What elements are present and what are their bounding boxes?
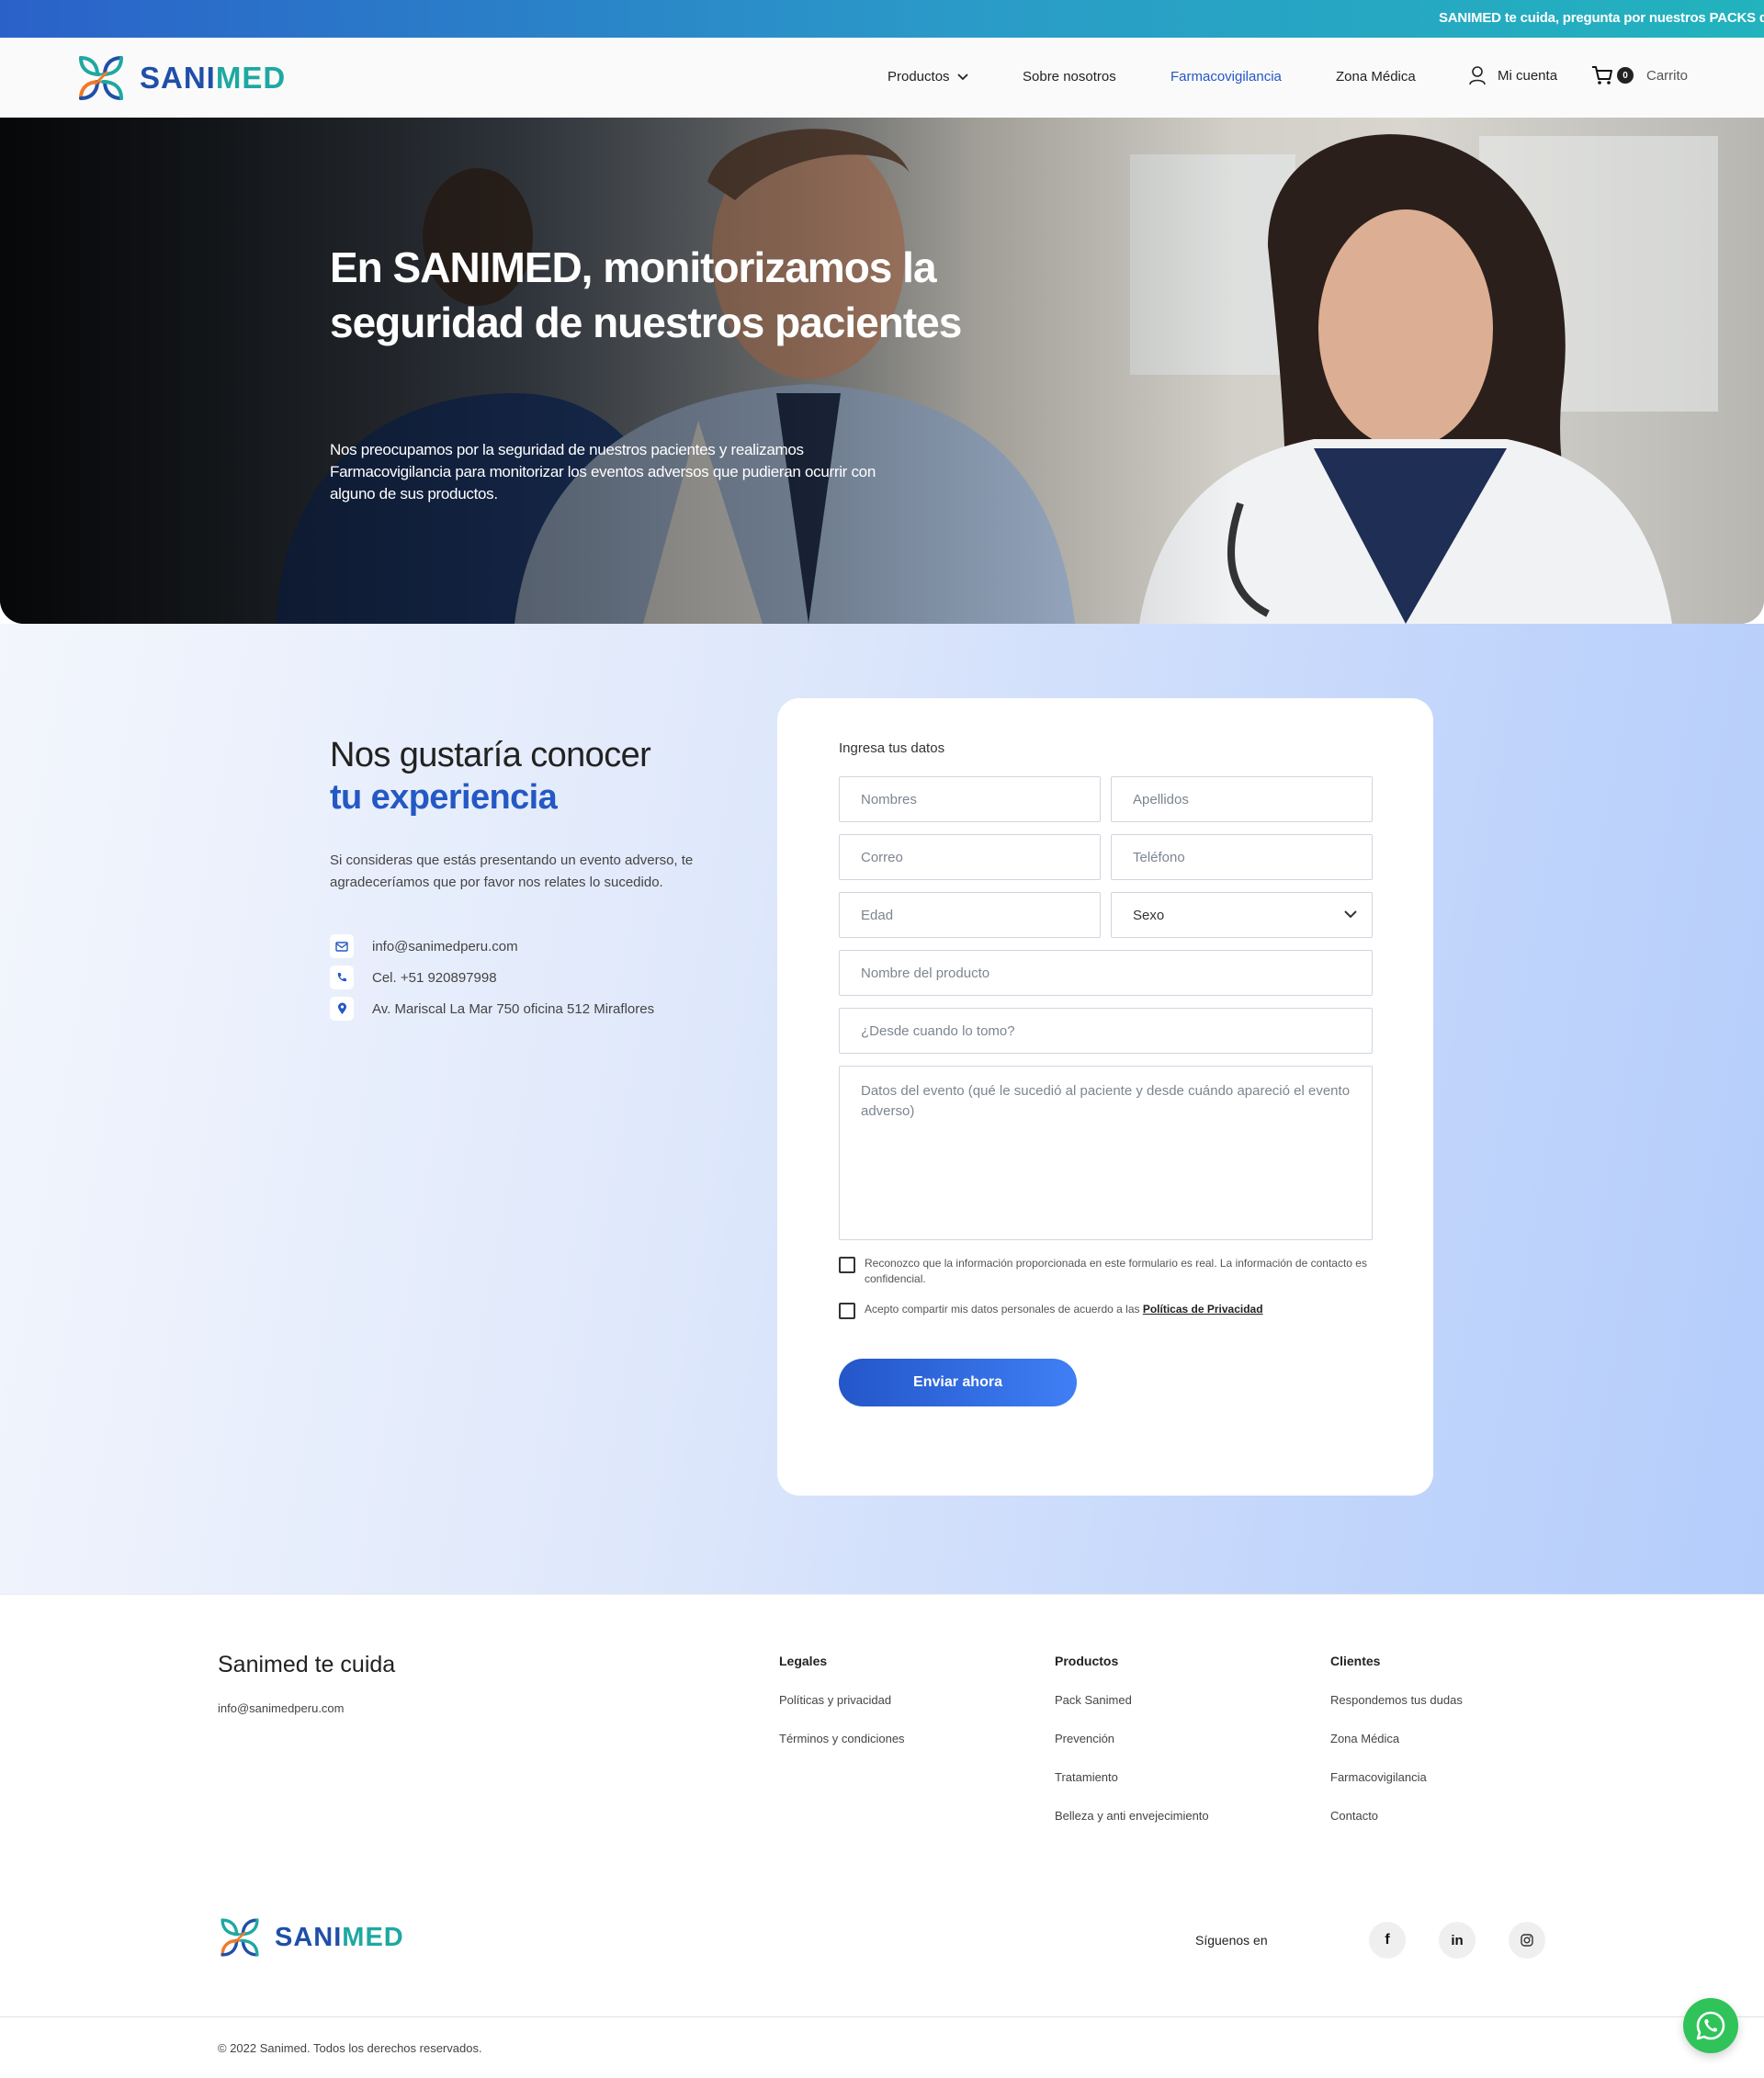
contact-phone[interactable]: Cel. +51 920897998 xyxy=(330,966,497,989)
copyright: © 2022 Sanimed. Todos los derechos reser… xyxy=(218,2041,482,2055)
cart-label: Carrito xyxy=(1646,67,1689,84)
hero-subtitle: Nos preocupamos por la seguridad de nues… xyxy=(330,441,876,503)
first-name-input[interactable] xyxy=(840,777,1100,821)
hero-title: En SANIMED, monitorizamos la seguridad d… xyxy=(330,243,962,346)
logo-wordmark: SANIMED xyxy=(140,61,287,95)
nav-productos[interactable]: Productos xyxy=(888,69,968,85)
location-icon xyxy=(330,997,354,1021)
phone-input[interactable] xyxy=(1112,835,1372,879)
cart-icon xyxy=(1592,66,1612,85)
product-name-input[interactable] xyxy=(840,951,1372,995)
user-icon xyxy=(1469,66,1486,85)
nav-farmacovigilancia[interactable]: Farmacovigilancia xyxy=(1170,69,1282,85)
event-details-textarea[interactable] xyxy=(840,1067,1372,1239)
product-name-field[interactable] xyxy=(839,950,1373,996)
footer-link-belleza[interactable]: Belleza y anti envejecimiento xyxy=(1055,1809,1209,1823)
nav-sobre-nosotros[interactable]: Sobre nosotros xyxy=(1023,69,1116,85)
footer-link-tratamiento[interactable]: Tratamiento xyxy=(1055,1770,1209,1784)
footer-link-prevencion[interactable]: Prevención xyxy=(1055,1732,1209,1745)
nav-productos-label: Productos xyxy=(888,69,950,85)
phone-icon xyxy=(330,966,354,989)
contact-address: Av. Mariscal La Mar 750 oficina 512 Mira… xyxy=(330,997,654,1021)
hero-banner: En SANIMED, monitorizamos la seguridad d… xyxy=(0,118,1764,624)
logo-icon xyxy=(220,1918,259,1957)
linkedin-icon[interactable]: in xyxy=(1439,1922,1476,1959)
experience-title-highlight: tu experiencia xyxy=(330,778,558,817)
footer-title: Sanimed te cuida xyxy=(218,1652,396,1677)
since-when-input[interactable] xyxy=(840,1009,1372,1053)
facebook-icon[interactable]: f xyxy=(1369,1922,1406,1959)
email-field[interactable] xyxy=(839,834,1101,880)
logo-icon xyxy=(79,56,123,100)
footer-col-legal: Legales Políticas y privacidad Términos … xyxy=(779,1654,905,1770)
last-name-input[interactable] xyxy=(1112,777,1372,821)
contact-email[interactable]: info@sanimedperu.com xyxy=(330,934,518,958)
footer-link-privacy[interactable]: Políticas y privacidad xyxy=(779,1693,905,1707)
whatsapp-icon xyxy=(1696,2011,1725,2040)
footer-col-clients: Clientes Respondemos tus dudas Zona Médi… xyxy=(1330,1654,1463,1847)
email-input[interactable] xyxy=(840,835,1100,879)
age-input[interactable] xyxy=(840,893,1100,937)
cart-count-badge: 0 xyxy=(1617,67,1634,84)
contact-phone-text: Cel. +51 920897998 xyxy=(372,969,497,986)
footer-link-farmacovigilancia[interactable]: Farmacovigilancia xyxy=(1330,1770,1463,1784)
footer-products-heading: Productos xyxy=(1055,1654,1119,1668)
consent-privacy-prefix: Acepto compartir mis datos personales de… xyxy=(865,1303,1143,1316)
whatsapp-button[interactable] xyxy=(1683,1998,1738,2053)
account-label: Mi cuenta xyxy=(1498,67,1558,84)
event-details-field[interactable] xyxy=(839,1066,1373,1240)
promo-bar: SANIMED te cuida, pregunta por nuestros … xyxy=(0,0,1764,38)
contact-email-text: info@sanimedperu.com xyxy=(372,938,518,954)
footer-legal-heading: Legales xyxy=(779,1654,828,1668)
follow-label: Síguenos en xyxy=(1195,1933,1268,1948)
site-footer: Sanimed te cuida info@sanimedperu.com Le… xyxy=(0,1594,1764,2078)
footer-col-products: Productos Pack Sanimed Prevención Tratam… xyxy=(1055,1654,1209,1847)
nav-zona-medica[interactable]: Zona Médica xyxy=(1336,69,1416,85)
footer-logo[interactable]: SANIMED xyxy=(218,1915,404,1959)
adverse-event-form: Ingresa tus datos Sexo xyxy=(777,698,1433,1496)
footer-link-zona-medica[interactable]: Zona Médica xyxy=(1330,1732,1463,1745)
footer-clients-heading: Clientes xyxy=(1330,1654,1381,1668)
promo-text: SANIMED te cuida, pregunta por nuestros … xyxy=(1439,10,1764,26)
consent-truth-row[interactable]: Reconozco que la información proporciona… xyxy=(839,1256,1373,1287)
since-when-field[interactable] xyxy=(839,1008,1373,1054)
chevron-down-icon xyxy=(1344,910,1357,919)
age-field[interactable] xyxy=(839,892,1101,938)
consent-privacy-row[interactable]: Acepto compartir mis datos personales de… xyxy=(839,1302,1373,1319)
experience-section: Nos gustaría conocer tu experiencia Si c… xyxy=(0,624,1764,1594)
contact-address-text: Av. Mariscal La Mar 750 oficina 512 Mira… xyxy=(372,1000,655,1017)
sex-select-value: Sexo xyxy=(1133,908,1165,923)
submit-button[interactable]: Enviar ahora xyxy=(839,1359,1077,1406)
last-name-field[interactable] xyxy=(1111,776,1373,822)
footer-email[interactable]: info@sanimedperu.com xyxy=(218,1701,344,1715)
hero-photo xyxy=(0,118,1764,624)
footer-link-dudas[interactable]: Respondemos tus dudas xyxy=(1330,1693,1463,1707)
consent-privacy-text: Acepto compartir mis datos personales de… xyxy=(865,1302,1263,1319)
site-header: SANIMED Productos Sobre nosotros Farmaco… xyxy=(0,38,1764,118)
footer-divider xyxy=(0,2016,1764,2017)
instagram-icon[interactable] xyxy=(1509,1922,1545,1959)
account-link[interactable]: Mi cuenta xyxy=(1468,65,1557,85)
experience-description: Si consideras que estás presentando un e… xyxy=(330,853,694,890)
phone-field[interactable] xyxy=(1111,834,1373,880)
consent-truth-checkbox[interactable] xyxy=(839,1257,855,1273)
privacy-policy-link[interactable]: Políticas de Privacidad xyxy=(1143,1303,1263,1316)
footer-link-terms[interactable]: Términos y condiciones xyxy=(779,1732,905,1745)
sex-select[interactable]: Sexo xyxy=(1111,892,1373,938)
chevron-down-icon xyxy=(957,73,968,81)
consent-privacy-checkbox[interactable] xyxy=(839,1303,855,1319)
footer-logo-wordmark: SANIMED xyxy=(275,1922,404,1952)
first-name-field[interactable] xyxy=(839,776,1101,822)
experience-title-line1: Nos gustaría conocer xyxy=(330,736,651,774)
form-label: Ingresa tus datos xyxy=(839,740,945,756)
logo[interactable]: SANIMED xyxy=(75,52,286,104)
experience-title: Nos gustaría conocer tu experiencia xyxy=(330,734,651,819)
footer-link-pack[interactable]: Pack Sanimed xyxy=(1055,1693,1209,1707)
mail-icon xyxy=(330,934,354,958)
cart-link[interactable]: 0 Carrito xyxy=(1591,65,1688,85)
consent-truth-text: Reconozco que la información proporciona… xyxy=(865,1257,1367,1285)
footer-link-contacto[interactable]: Contacto xyxy=(1330,1809,1463,1823)
